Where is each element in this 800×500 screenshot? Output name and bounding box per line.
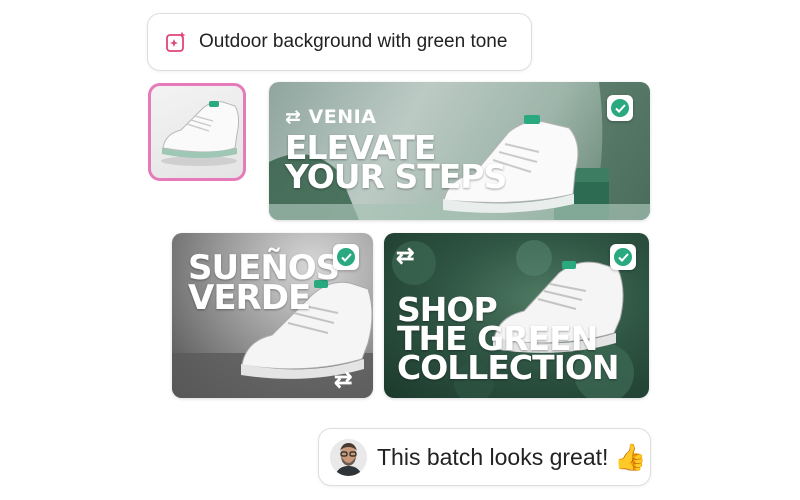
brand-arrows-icon: ⇄ <box>334 367 353 392</box>
reply-text: This batch looks great! <box>377 443 609 470</box>
sneaker-image <box>161 101 240 166</box>
banner-2-headline: SUEÑOS VERDE <box>188 251 340 318</box>
brand-logo: ⇄ VENIA <box>285 106 376 128</box>
selected-checkbox[interactable] <box>333 244 359 270</box>
brand-arrows-icon: ⇄ <box>285 106 302 128</box>
selected-checkbox[interactable] <box>610 244 636 270</box>
check-icon <box>611 99 629 117</box>
banner-3-headline: SHOP THE GREEN COLLECTION <box>397 293 620 388</box>
check-icon <box>614 248 632 266</box>
avatar <box>330 438 367 476</box>
prompt-text: Outdoor background with green tone <box>199 31 508 52</box>
source-product-thumbnail[interactable] <box>148 83 246 181</box>
brand-name: VENIA <box>308 106 377 128</box>
banner-2-headline-line2: VERDE <box>188 277 311 318</box>
thumbs-up-icon: 👍 <box>614 441 647 472</box>
banner-3-headline-line3: COLLECTION <box>397 348 620 388</box>
generated-banner-2[interactable]: SUEÑOS VERDE ⇄ <box>172 233 373 398</box>
reply-bubble: This batch looks great! 👍 <box>318 428 651 486</box>
check-icon <box>337 248 355 266</box>
generated-banner-1[interactable]: ⇄ VENIA ELEVATE YOUR STEPS <box>269 82 650 220</box>
brand-arrows-icon: ⇄ <box>396 243 415 268</box>
prompt-bubble: Outdoor background with green tone <box>147 13 532 71</box>
banner-1-headline-line2: YOUR STEPS <box>285 157 507 197</box>
banner-1-headline: ELEVATE YOUR STEPS <box>285 131 507 197</box>
selected-checkbox[interactable] <box>607 95 633 121</box>
sparkle-image-icon <box>166 31 186 52</box>
generated-banner-3[interactable]: ⇄ SHOP THE GREEN COLLECTION <box>384 233 649 398</box>
